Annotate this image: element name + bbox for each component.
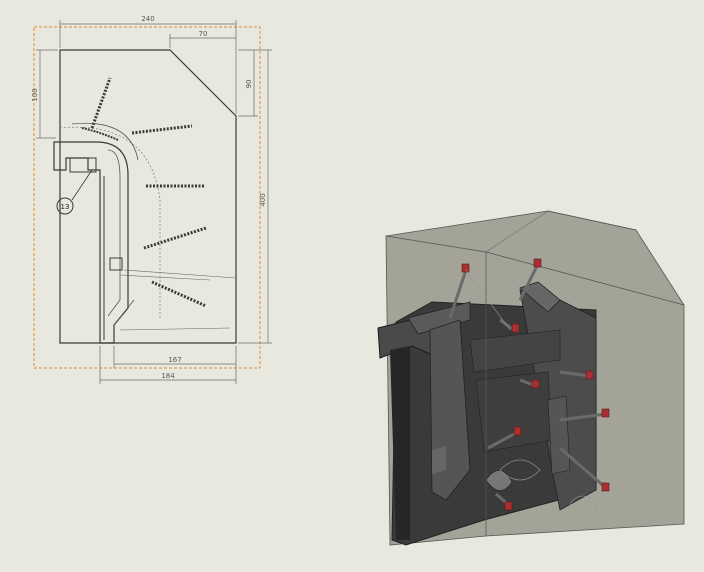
dim-overall-width: 240: [141, 15, 154, 23]
selection-boundary: [33, 26, 261, 369]
dim-bottom-inner: 167: [168, 356, 181, 364]
model-3d-view[interactable]: [377, 210, 685, 546]
internal-lines: [119, 269, 237, 331]
channel-dashed: [59, 126, 161, 320]
dim-total-height: 400: [259, 193, 267, 206]
dim-top-chamfer: 70: [199, 30, 208, 38]
channel-line-2: [107, 149, 121, 317]
drawing-view[interactable]: 240 70 100 90 400 167 184 13: [31, 15, 272, 384]
cad-viewport[interactable]: 240 70 100 90 400 167 184 13: [0, 0, 704, 572]
dim-left-height: 100: [31, 88, 39, 101]
balloon-callout[interactable]: 13: [56, 169, 93, 215]
part-outline: [59, 49, 237, 344]
dim-bottom-outer: 184: [161, 372, 175, 380]
dim-right-height: 90: [245, 80, 253, 89]
balloon-number: 13: [61, 203, 70, 211]
